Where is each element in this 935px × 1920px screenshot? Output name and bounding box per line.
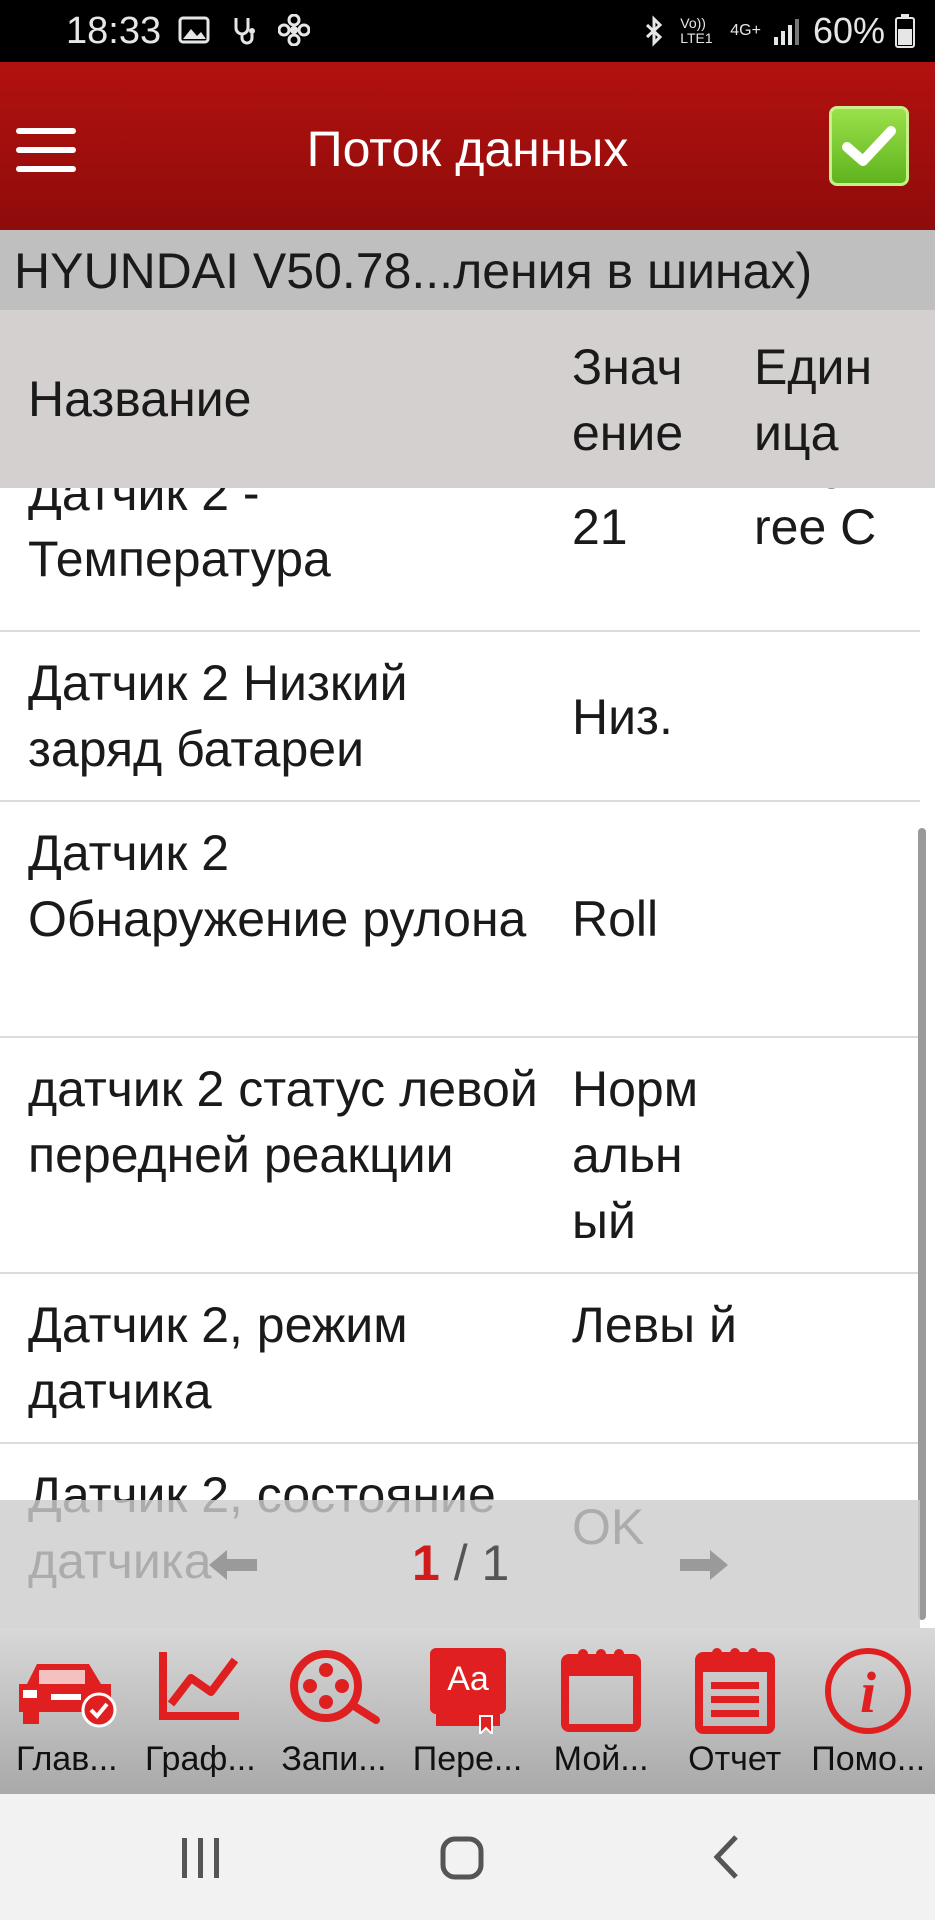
row-value: Норм альн ый xyxy=(572,1061,699,1249)
table-row[interactable]: Датчик 2 Обнаружение рулона Roll xyxy=(0,802,920,1038)
total-pages: 1 xyxy=(481,1535,510,1591)
row-unit: Deg ree C xyxy=(754,488,877,555)
record-reel-icon xyxy=(289,1650,380,1724)
toolbar-label: Запи... xyxy=(281,1740,387,1778)
network-type: 4G+ xyxy=(730,22,761,39)
bottom-toolbar: Глав... Граф... Запи... Aa Пере... Мой..… xyxy=(0,1628,935,1794)
fan-icon xyxy=(278,14,310,46)
column-header-unit: Един ица xyxy=(754,339,873,461)
page-title: Поток данных xyxy=(306,121,629,177)
toolbar-label: Помо... xyxy=(811,1740,926,1778)
row-value: Низ. xyxy=(572,689,673,745)
table-header: Название Знач ение Един ица xyxy=(0,310,935,488)
status-bar: 18:33 Vo)) LTE1 4G+ 60% xyxy=(0,0,935,62)
toolbar-translate-button[interactable]: Aa Пере... xyxy=(401,1628,535,1794)
toolbar-my-button[interactable]: Мой... xyxy=(534,1628,668,1794)
table-row[interactable]: Датчик 2 - Температура 21 Deg ree C xyxy=(0,488,920,632)
table-row[interactable]: Датчик 2, режим датчика Левы й xyxy=(0,1274,920,1444)
signal-icon xyxy=(773,19,799,45)
row-name: Датчик 2 Обнаружение рулона xyxy=(28,825,527,947)
row-name: Датчик 2 - Температура xyxy=(28,488,331,587)
help-info-icon: i xyxy=(825,1648,912,1734)
toolbar-label: Глав... xyxy=(15,1740,118,1778)
toolbar-report-button[interactable]: Отчет xyxy=(668,1628,802,1794)
car-home-icon xyxy=(18,1664,117,1728)
graph-icon xyxy=(159,1652,240,1720)
calendar-icon xyxy=(561,1649,642,1732)
volte-indicator: Vo)) LTE1 xyxy=(680,15,713,46)
table-row[interactable]: датчик 2 статус левой передней реакции Н… xyxy=(0,1038,920,1274)
stethoscope-icon xyxy=(234,18,255,45)
toolbar-label: Граф... xyxy=(145,1740,256,1778)
toolbar-label: Отчет xyxy=(688,1740,782,1778)
back-icon[interactable] xyxy=(712,1834,740,1880)
recent-apps-icon[interactable] xyxy=(180,1838,222,1878)
next-page-icon[interactable] xyxy=(676,1548,732,1582)
translate-icon: Aa xyxy=(429,1648,506,1734)
bluetooth-icon xyxy=(646,15,663,47)
battery-icon xyxy=(895,14,915,48)
column-header-name: Название xyxy=(28,371,252,427)
row-name: Датчик 2 Низкий заряд батареи xyxy=(28,655,408,777)
battery-percent: 60% xyxy=(812,10,885,51)
toolbar-home-button[interactable]: Глав... xyxy=(0,1628,134,1794)
table-row[interactable]: Датчик 2 Низкий заряд батареи Низ. xyxy=(0,632,920,802)
svg-text:i: i xyxy=(860,1660,876,1725)
current-page: 1 xyxy=(412,1535,440,1591)
column-header-value: Знач ение xyxy=(572,339,684,461)
toolbar-help-button[interactable]: i Помо... xyxy=(801,1628,935,1794)
status-time: 18:33 xyxy=(66,10,162,52)
svg-text:Aa: Aa xyxy=(447,1660,489,1698)
app-header: Поток данных xyxy=(0,62,935,230)
page-separator: / xyxy=(453,1535,468,1591)
confirm-button[interactable] xyxy=(829,106,909,186)
pager: 1 / 1 xyxy=(0,1500,920,1628)
check-icon xyxy=(842,126,896,166)
toolbar-graph-button[interactable]: Граф... xyxy=(134,1628,268,1794)
vehicle-path: HYUNDAI V50.78...ления в шинах) xyxy=(0,230,935,310)
row-name: Датчик 2, режим датчика xyxy=(28,1297,408,1419)
toolbar-record-button[interactable]: Запи... xyxy=(267,1628,401,1794)
data-stream-list[interactable]: Датчик 2 - Температура 21 Deg ree C Датч… xyxy=(0,488,935,1628)
home-icon[interactable] xyxy=(440,1836,484,1880)
page-indicator: 1 / 1 xyxy=(412,1534,509,1592)
toolbar-label: Пере... xyxy=(412,1740,523,1778)
toolbar-label: Мой... xyxy=(553,1740,649,1778)
row-value: Левы й xyxy=(572,1297,737,1353)
previous-page-icon[interactable] xyxy=(205,1548,261,1582)
system-navigation-bar xyxy=(0,1794,935,1920)
row-value: Roll xyxy=(572,891,659,947)
gallery-icon xyxy=(178,16,210,44)
report-icon xyxy=(694,1648,775,1734)
row-name: датчик 2 статус левой передней реакции xyxy=(28,1061,538,1183)
row-value: 21 xyxy=(572,499,628,555)
